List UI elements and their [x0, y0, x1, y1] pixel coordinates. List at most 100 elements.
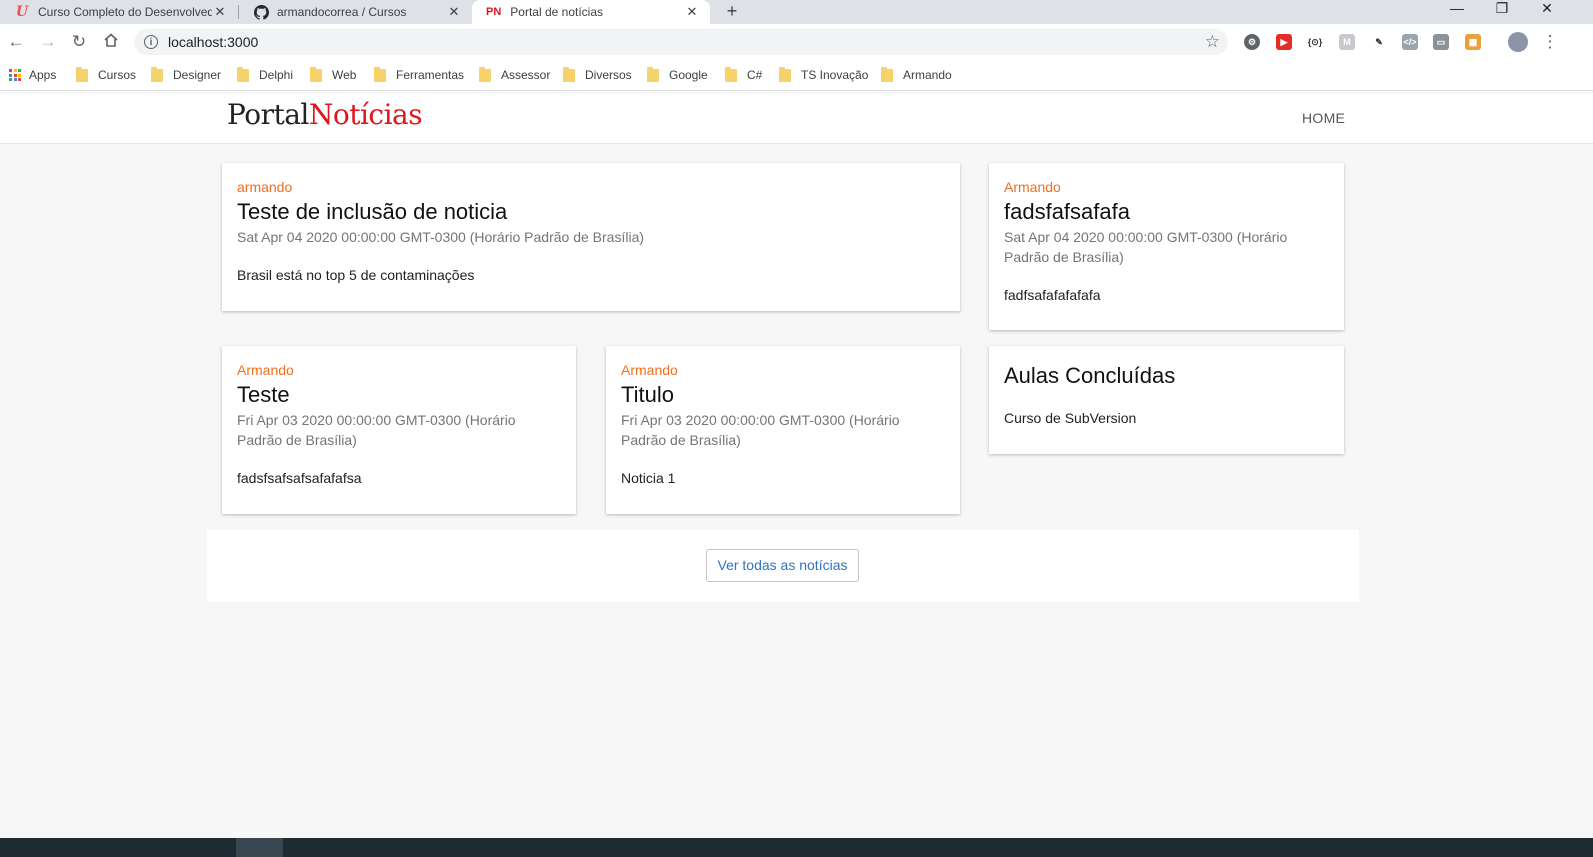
news-body: fadsfsafsafsafafafsa — [237, 470, 362, 486]
close-tab-icon[interactable]: ✕ — [212, 4, 228, 20]
close-window-icon[interactable]: ✕ — [1532, 0, 1562, 18]
bookmark-folder[interactable]: Ferramentas — [374, 66, 465, 83]
bookmark-folder[interactable]: Designer — [151, 66, 222, 83]
folder-icon — [151, 66, 163, 82]
forward-icon[interactable]: → — [38, 32, 58, 52]
bookmark-folder[interactable]: Armando — [881, 66, 952, 83]
bookmark-apps[interactable]: Apps — [9, 67, 56, 83]
bookmark-folder[interactable]: Google — [647, 66, 708, 83]
portal-favicon-icon: PN — [486, 6, 502, 18]
url-text: localhost:3000 — [168, 34, 259, 50]
bookmark-folder[interactable]: Assessor — [479, 66, 551, 83]
folder-icon — [310, 66, 322, 82]
completed-courses-card: Aulas Concluídas Curso de SubVersion — [989, 346, 1344, 454]
bookmark-folder[interactable]: Diversos — [563, 66, 632, 83]
youtube-extension-icon[interactable]: ▶ — [1276, 34, 1292, 50]
completed-course-item[interactable]: Curso de SubVersion — [1004, 410, 1329, 426]
json-extension-icon[interactable]: {⊙} — [1307, 34, 1323, 50]
restore-icon[interactable]: ❐ — [1487, 0, 1517, 18]
see-all-news-button[interactable]: Ver todas as notícias — [706, 549, 859, 582]
cast-extension-icon[interactable]: ▭ — [1433, 34, 1449, 50]
bookmark-label: Ferramentas — [396, 68, 465, 82]
palette-extension-icon[interactable]: ▦ — [1465, 34, 1481, 50]
os-taskbar — [0, 838, 1593, 857]
site-logo[interactable]: PortalNotícias — [227, 98, 423, 131]
bookmark-label: TS Inovação — [801, 68, 869, 82]
close-tab-icon[interactable]: ✕ — [684, 4, 700, 20]
folder-icon — [881, 66, 893, 82]
bookmark-folder[interactable]: Cursos — [76, 66, 137, 83]
news-date: Sat Apr 04 2020 00:00:00 GMT-0300 (Horár… — [237, 229, 645, 245]
bookmark-label: Assessor — [501, 68, 551, 82]
news-card[interactable]: Armando Teste Fri Apr 03 2020 00:00:00 G… — [222, 346, 576, 514]
code-extension-icon[interactable]: </> — [1402, 34, 1418, 50]
news-author: Armando — [1004, 179, 1061, 195]
tab-title: Curso Completo do Desenvolvedor — [38, 5, 212, 19]
m-extension-icon[interactable]: M — [1339, 34, 1355, 50]
bookmark-folder[interactable]: C# — [725, 66, 763, 83]
back-icon[interactable]: ← — [6, 32, 26, 52]
nav-home-link[interactable]: HOME — [1302, 110, 1345, 126]
tab-title: Portal de notícias — [510, 5, 603, 19]
bookmark-label: Apps — [29, 68, 57, 82]
bookmark-folder[interactable]: TS Inovação — [779, 66, 869, 83]
eyedropper-extension-icon[interactable]: ✎ — [1371, 34, 1387, 50]
news-card[interactable]: armando Teste de inclusão de noticia Sat… — [222, 163, 960, 311]
home-icon[interactable] — [101, 32, 121, 52]
tab-portal-noticias[interactable]: PN Portal de notícias ✕ — [472, 0, 710, 24]
menu-dots-icon[interactable]: ⋮ — [1540, 32, 1560, 52]
extension-gear-icon[interactable]: ⚙ — [1244, 34, 1260, 50]
folder-icon — [563, 66, 575, 82]
folder-icon — [76, 66, 88, 82]
logo-part-portal: Portal — [227, 98, 309, 131]
tab-github[interactable]: armandocorrea / Cursos ✕ — [239, 0, 472, 24]
news-title: Teste — [237, 382, 290, 407]
bookmark-label: Diversos — [585, 68, 632, 82]
taskbar-item[interactable] — [236, 838, 283, 857]
apps-grid-icon — [9, 69, 21, 81]
udemy-icon: U — [15, 4, 29, 20]
bookmark-label: Google — [669, 68, 708, 82]
bookmark-label: Designer — [173, 68, 222, 82]
news-body: Noticia 1 — [621, 470, 676, 486]
news-body: Brasil está no top 5 de contaminações — [237, 267, 475, 283]
folder-icon — [779, 66, 791, 82]
news-date: Fri Apr 03 2020 00:00:00 GMT-0300 (Horár… — [237, 412, 516, 448]
news-body: fadfsafafafafafa — [1004, 287, 1101, 303]
reload-icon[interactable]: ↻ — [69, 32, 89, 52]
bookmark-label: Delphi — [259, 68, 294, 82]
bookmarks-bar: Apps Cursos Designer Delphi Web Ferramen… — [0, 60, 1593, 91]
browser-toolbar: ← → ↻ i localhost:3000 ☆ ⚙ ▶ {⊙} M ✎ </>… — [0, 24, 1593, 60]
tab-udemy[interactable]: U Curso Completo do Desenvolvedor ✕ — [0, 0, 238, 24]
news-title: Teste de inclusão de noticia — [237, 199, 508, 224]
minimize-icon[interactable]: — — [1442, 0, 1472, 18]
folder-icon — [647, 66, 659, 82]
see-all-section: Ver todas as notícias — [207, 530, 1359, 602]
profile-avatar[interactable] — [1508, 32, 1528, 52]
bookmark-star-icon[interactable]: ☆ — [1205, 32, 1220, 52]
folder-icon — [725, 66, 737, 82]
site-info-icon[interactable]: i — [144, 35, 158, 49]
news-title: Titulo — [621, 382, 674, 407]
bookmark-label: Web — [332, 68, 357, 82]
bookmark-folder[interactable]: Delphi — [237, 66, 294, 83]
bookmark-label: C# — [747, 68, 763, 82]
bookmark-label: Cursos — [98, 68, 137, 82]
address-bar[interactable]: i localhost:3000 ☆ — [134, 29, 1228, 55]
tab-strip: U Curso Completo do Desenvolvedor ✕ arma… — [0, 0, 1593, 24]
close-tab-icon[interactable]: ✕ — [446, 4, 462, 20]
bookmark-folder[interactable]: Web — [310, 66, 357, 83]
news-title: fadsfafsafafa — [1004, 199, 1130, 224]
folder-icon — [479, 66, 491, 82]
logo-part-noticias: Notícias — [308, 98, 423, 131]
news-author: Armando — [237, 362, 294, 378]
news-card[interactable]: Armando Titulo Fri Apr 03 2020 00:00:00 … — [606, 346, 960, 514]
news-date: Sat Apr 04 2020 00:00:00 GMT-0300 (Horár… — [1004, 229, 1288, 265]
news-author: Armando — [621, 362, 678, 378]
github-icon — [253, 4, 269, 20]
folder-icon — [374, 66, 386, 82]
news-date: Fri Apr 03 2020 00:00:00 GMT-0300 (Horár… — [621, 412, 900, 448]
news-card[interactable]: Armando fadsfafsafafa Sat Apr 04 2020 00… — [989, 163, 1344, 330]
tab-title: armandocorrea / Cursos — [277, 5, 407, 19]
new-tab-button[interactable]: + — [722, 0, 742, 24]
